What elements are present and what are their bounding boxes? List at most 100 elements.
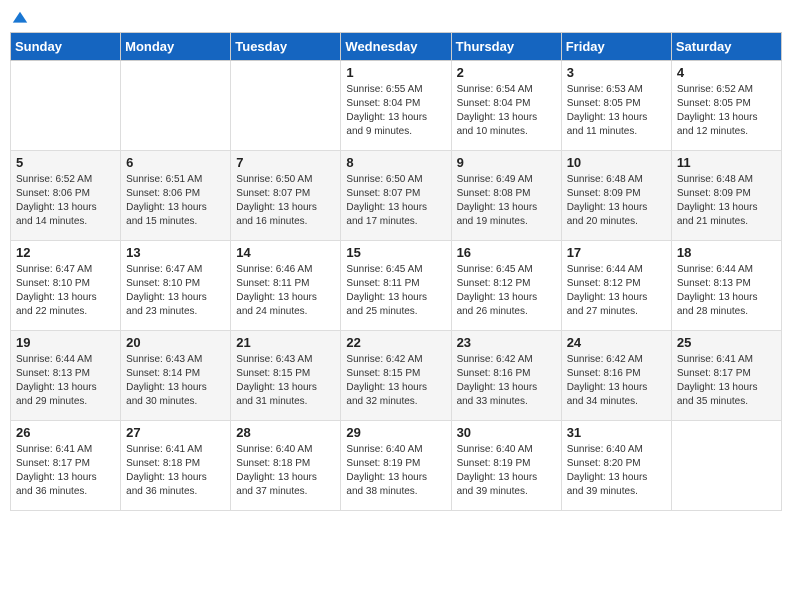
logo-icon: [11, 10, 29, 28]
day-info: Sunrise: 6:42 AM Sunset: 8:16 PM Dayligh…: [567, 353, 666, 409]
day-number: 8: [346, 155, 445, 170]
calendar-cell: 22Sunrise: 6:42 AM Sunset: 8:15 PM Dayli…: [341, 331, 451, 421]
calendar-cell: 3 Sunrise: 6:53 AM Sunset: 8:05 PM Daylig…: [561, 61, 671, 151]
header-day-sunday: Sunday: [11, 33, 121, 61]
day-number: 20: [126, 335, 225, 350]
day-number: 14: [236, 245, 335, 260]
calendar-cell: 19Sunrise: 6:44 AM Sunset: 8:13 PM Dayli…: [11, 331, 121, 421]
calendar-cell: 6 Sunrise: 6:51 AM Sunset: 8:06 PM Daylig…: [121, 151, 231, 241]
day-info: Sunrise: 6:43 AM Sunset: 8:14 PM Dayligh…: [126, 353, 225, 409]
calendar-cell: 30 Sunrise: 6:40 AM Sunset: 8:19 PM Dayli…: [451, 421, 561, 511]
header-day-thursday: Thursday: [451, 33, 561, 61]
day-info: Sunrise: 6:47 AM Sunset: 8:10 PM Dayligh…: [16, 263, 115, 319]
day-number: 26: [16, 425, 115, 440]
day-number: 6: [126, 155, 225, 170]
calendar-cell: 7 Sunrise: 6:50 AM Sunset: 8:07 PM Daylig…: [231, 151, 341, 241]
day-number: 19: [16, 335, 115, 350]
calendar-table: SundayMondayTuesdayWednesdayThursdayFrid…: [10, 32, 782, 511]
day-number: 5: [16, 155, 115, 170]
day-info: Sunrise: 6:40 AM Sunset: 8:19 PM Dayligh…: [346, 443, 445, 499]
day-number: 31: [567, 425, 666, 440]
calendar-cell: 18 Sunrise: 6:44 AM Sunset: 8:13 PM Dayli…: [671, 241, 781, 331]
day-number: 21: [236, 335, 335, 350]
calendar-cell: 26 Sunrise: 6:41 AM Sunset: 8:17 PM Dayli…: [11, 421, 121, 511]
calendar-cell: 17Sunrise: 6:44 AM Sunset: 8:12 PM Dayli…: [561, 241, 671, 331]
calendar-cell: [11, 61, 121, 151]
calendar-cell: [121, 61, 231, 151]
calendar-cell: [671, 421, 781, 511]
header-day-friday: Friday: [561, 33, 671, 61]
day-info: Sunrise: 6:48 AM Sunset: 8:09 PM Dayligh…: [567, 173, 666, 229]
day-info: Sunrise: 6:46 AM Sunset: 8:11 PM Dayligh…: [236, 263, 335, 319]
calendar-cell: 21 Sunrise: 6:43 AM Sunset: 8:15 PM Dayli…: [231, 331, 341, 421]
day-number: 29: [346, 425, 445, 440]
calendar-cell: 12 Sunrise: 6:47 AM Sunset: 8:10 PM Dayli…: [11, 241, 121, 331]
day-info: Sunrise: 6:51 AM Sunset: 8:06 PM Dayligh…: [126, 173, 225, 229]
calendar-cell: 11Sunrise: 6:48 AM Sunset: 8:09 PM Dayli…: [671, 151, 781, 241]
day-info: Sunrise: 6:50 AM Sunset: 8:07 PM Dayligh…: [236, 173, 335, 229]
day-info: Sunrise: 6:54 AM Sunset: 8:04 PM Dayligh…: [457, 83, 556, 139]
day-info: Sunrise: 6:44 AM Sunset: 8:13 PM Dayligh…: [677, 263, 776, 319]
calendar-cell: 13Sunrise: 6:47 AM Sunset: 8:10 PM Dayli…: [121, 241, 231, 331]
calendar-cell: 4 Sunrise: 6:52 AM Sunset: 8:05 PM Daylig…: [671, 61, 781, 151]
page-header: [10, 10, 782, 24]
day-number: 11: [677, 155, 776, 170]
day-number: 9: [457, 155, 556, 170]
day-number: 30: [457, 425, 556, 440]
header-day-monday: Monday: [121, 33, 231, 61]
calendar-cell: [231, 61, 341, 151]
calendar-cell: 23 Sunrise: 6:42 AM Sunset: 8:16 PM Dayli…: [451, 331, 561, 421]
day-number: 18: [677, 245, 776, 260]
calendar-week-row: 1 Sunrise: 6:55 AM Sunset: 8:04 PM Daylig…: [11, 61, 782, 151]
day-number: 27: [126, 425, 225, 440]
calendar-cell: 9 Sunrise: 6:49 AM Sunset: 8:08 PM Daylig…: [451, 151, 561, 241]
day-info: Sunrise: 6:40 AM Sunset: 8:19 PM Dayligh…: [457, 443, 556, 499]
day-info: Sunrise: 6:49 AM Sunset: 8:08 PM Dayligh…: [457, 173, 556, 229]
day-info: Sunrise: 6:41 AM Sunset: 8:18 PM Dayligh…: [126, 443, 225, 499]
calendar-cell: 25Sunrise: 6:41 AM Sunset: 8:17 PM Dayli…: [671, 331, 781, 421]
day-info: Sunrise: 6:43 AM Sunset: 8:15 PM Dayligh…: [236, 353, 335, 409]
day-number: 7: [236, 155, 335, 170]
calendar-cell: 29 Sunrise: 6:40 AM Sunset: 8:19 PM Dayli…: [341, 421, 451, 511]
day-info: Sunrise: 6:41 AM Sunset: 8:17 PM Dayligh…: [16, 443, 115, 499]
day-number: 4: [677, 65, 776, 80]
calendar-cell: 15Sunrise: 6:45 AM Sunset: 8:11 PM Dayli…: [341, 241, 451, 331]
calendar-week-row: 19Sunrise: 6:44 AM Sunset: 8:13 PM Dayli…: [11, 331, 782, 421]
day-number: 17: [567, 245, 666, 260]
calendar-cell: 5 Sunrise: 6:52 AM Sunset: 8:06 PM Daylig…: [11, 151, 121, 241]
day-info: Sunrise: 6:55 AM Sunset: 8:04 PM Dayligh…: [346, 83, 445, 139]
day-number: 3: [567, 65, 666, 80]
calendar-cell: 27 Sunrise: 6:41 AM Sunset: 8:18 PM Dayli…: [121, 421, 231, 511]
day-number: 12: [16, 245, 115, 260]
calendar-cell: 20 Sunrise: 6:43 AM Sunset: 8:14 PM Dayli…: [121, 331, 231, 421]
calendar-week-row: 5 Sunrise: 6:52 AM Sunset: 8:06 PM Daylig…: [11, 151, 782, 241]
calendar-cell: 31Sunrise: 6:40 AM Sunset: 8:20 PM Dayli…: [561, 421, 671, 511]
day-info: Sunrise: 6:45 AM Sunset: 8:12 PM Dayligh…: [457, 263, 556, 319]
day-info: Sunrise: 6:47 AM Sunset: 8:10 PM Dayligh…: [126, 263, 225, 319]
day-number: 24: [567, 335, 666, 350]
day-info: Sunrise: 6:41 AM Sunset: 8:17 PM Dayligh…: [677, 353, 776, 409]
calendar-header-row: SundayMondayTuesdayWednesdayThursdayFrid…: [11, 33, 782, 61]
day-info: Sunrise: 6:52 AM Sunset: 8:06 PM Dayligh…: [16, 173, 115, 229]
day-number: 23: [457, 335, 556, 350]
day-info: Sunrise: 6:50 AM Sunset: 8:07 PM Dayligh…: [346, 173, 445, 229]
day-info: Sunrise: 6:40 AM Sunset: 8:18 PM Dayligh…: [236, 443, 335, 499]
day-info: Sunrise: 6:52 AM Sunset: 8:05 PM Dayligh…: [677, 83, 776, 139]
calendar-cell: 16Sunrise: 6:45 AM Sunset: 8:12 PM Dayli…: [451, 241, 561, 331]
calendar-week-row: 26 Sunrise: 6:41 AM Sunset: 8:17 PM Dayli…: [11, 421, 782, 511]
day-number: 2: [457, 65, 556, 80]
day-number: 15: [346, 245, 445, 260]
calendar-cell: 28 Sunrise: 6:40 AM Sunset: 8:18 PM Dayli…: [231, 421, 341, 511]
calendar-cell: 2 Sunrise: 6:54 AM Sunset: 8:04 PM Daylig…: [451, 61, 561, 151]
day-info: Sunrise: 6:53 AM Sunset: 8:05 PM Dayligh…: [567, 83, 666, 139]
calendar-cell: 8 Sunrise: 6:50 AM Sunset: 8:07 PM Daylig…: [341, 151, 451, 241]
calendar-week-row: 12 Sunrise: 6:47 AM Sunset: 8:10 PM Dayli…: [11, 241, 782, 331]
calendar-cell: 14 Sunrise: 6:46 AM Sunset: 8:11 PM Dayli…: [231, 241, 341, 331]
day-info: Sunrise: 6:42 AM Sunset: 8:16 PM Dayligh…: [457, 353, 556, 409]
calendar-cell: 10 Sunrise: 6:48 AM Sunset: 8:09 PM Dayli…: [561, 151, 671, 241]
day-number: 10: [567, 155, 666, 170]
logo: [10, 10, 30, 24]
day-number: 1: [346, 65, 445, 80]
header-day-saturday: Saturday: [671, 33, 781, 61]
day-number: 28: [236, 425, 335, 440]
